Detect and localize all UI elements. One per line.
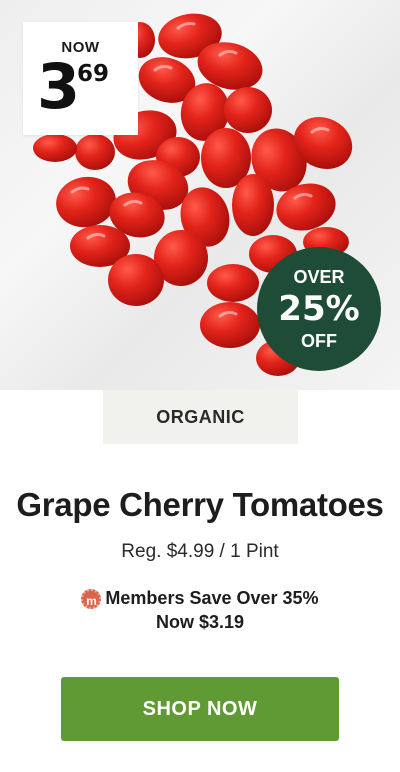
badge-over-text: OVER [293,267,345,287]
price-dollars: 3 [37,50,81,123]
product-title[interactable]: Grape Cherry Tomatoes [0,486,400,524]
price-tag: NOW 3 69 [23,22,138,135]
product-image[interactable]: NOW 3 69 OVER 25% OFF [0,0,400,390]
m-badge-icon: m [81,588,102,609]
product-card: NOW 3 69 OVER 25% OFF ORGANIC Grape Cher… [0,0,400,772]
badge-percent-text: 25% [278,289,360,329]
badge-off-text: OFF [301,331,337,351]
price-cents: 69 [77,61,110,87]
members-savings: m Members Save Over 35% [0,588,400,609]
organic-tag: ORGANIC [103,390,298,444]
members-price: Now $3.19 [155,612,245,632]
members-savings-text: Members Save Over 35% [105,588,319,608]
shop-now-button[interactable]: SHOP NOW [61,677,339,741]
discount-badge: OVER 25% OFF [257,247,381,371]
regular-price: Reg. $4.99 / 1 Pint [121,541,279,562]
